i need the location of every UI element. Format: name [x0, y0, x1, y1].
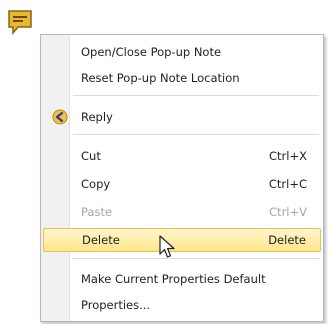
menu-item-delete[interactable]: Delete Delete [43, 228, 321, 252]
menu-separator [73, 134, 319, 135]
menu-item-copy[interactable]: Copy Ctrl+C [43, 172, 321, 196]
menu-item-properties[interactable]: Properties... [43, 293, 321, 317]
menu-item-make-current-properties-default[interactable]: Make Current Properties Default [43, 267, 321, 291]
shortcut-cut: Ctrl+X [269, 149, 307, 163]
menu-item-reply[interactable]: Reply [43, 105, 321, 129]
menu-item-reset-popup-note-location[interactable]: Reset Pop-up Note Location [43, 66, 321, 90]
menu-separator [73, 258, 319, 259]
menu-item-cut[interactable]: Cut Ctrl+X [43, 144, 321, 168]
reply-icon [52, 109, 68, 125]
shortcut-paste: Ctrl+V [269, 205, 307, 219]
shortcut-copy: Ctrl+C [268, 177, 307, 191]
menu-item-paste: Paste Ctrl+V [81, 205, 307, 219]
menu-item-open-close-popup-note[interactable]: Open/Close Pop-up Note [43, 40, 321, 64]
menu-separator [73, 95, 319, 96]
context-menu: Open/Close Pop-up Note Reset Pop-up Note… [40, 34, 324, 322]
popup-note-icon[interactable] [6, 8, 34, 36]
shortcut-delete: Delete [268, 233, 306, 247]
mouse-pointer-icon [159, 235, 175, 258]
